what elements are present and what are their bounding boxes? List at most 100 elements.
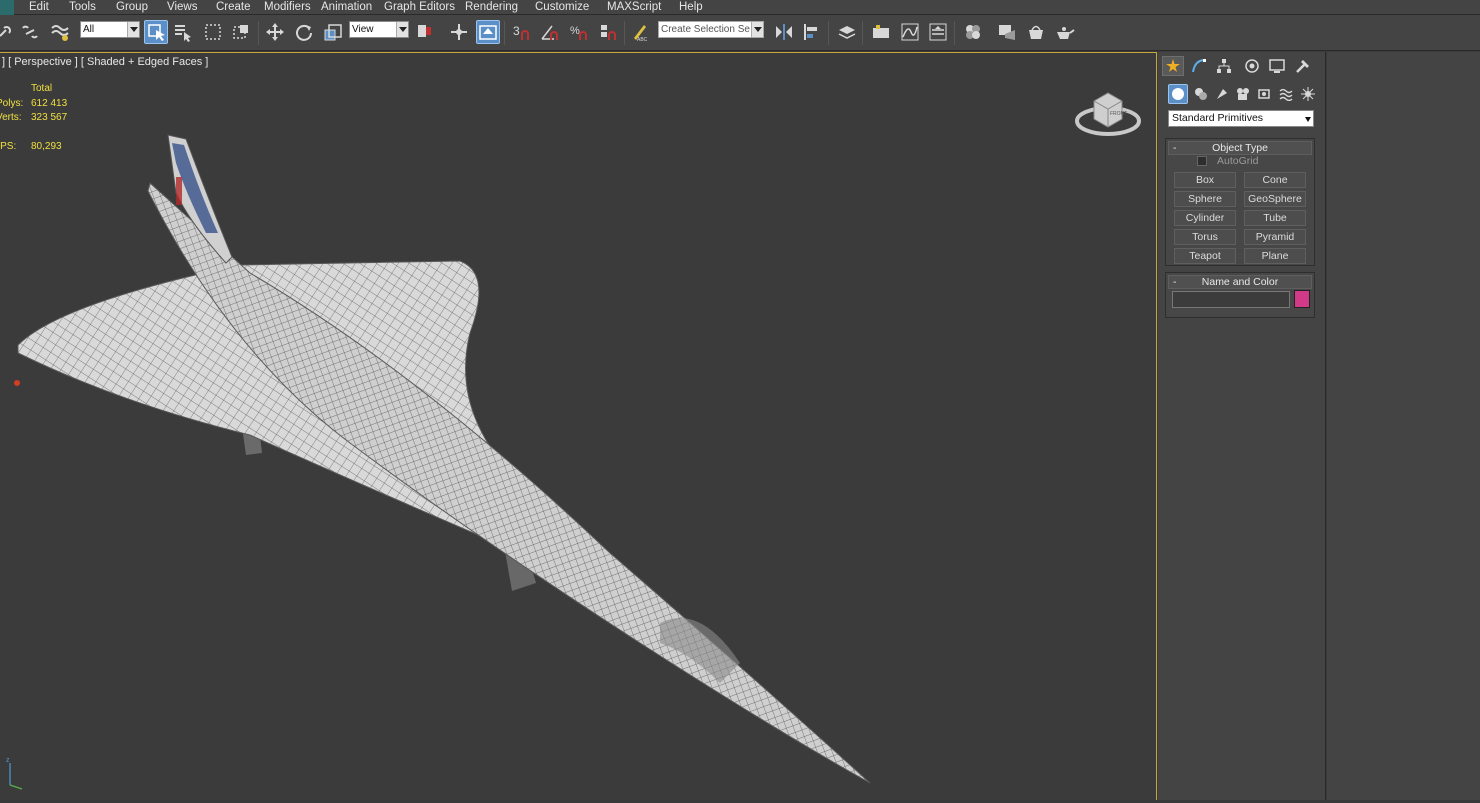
shapes-category-icon[interactable] (1191, 84, 1211, 104)
systems-category-icon[interactable] (1298, 84, 1318, 104)
window-crossing-icon[interactable] (229, 20, 253, 44)
menu-rendering[interactable]: Rendering (465, 0, 518, 15)
toolbar-separator (954, 21, 955, 45)
object-type-header[interactable]: - Object Type (1168, 141, 1312, 155)
angle-snap-icon[interactable] (538, 20, 562, 44)
select-by-name-icon[interactable] (171, 20, 195, 44)
named-selection-dropdown[interactable]: Create Selection Se (658, 21, 764, 38)
mirror-icon[interactable] (772, 20, 796, 44)
name-and-color-header[interactable]: - Name and Color (1168, 275, 1312, 289)
lights-category-icon[interactable] (1212, 84, 1232, 104)
snaps-toggle-icon[interactable]: 3 (509, 20, 533, 44)
toolbar-separator (624, 21, 625, 45)
right-panel-area (1327, 52, 1480, 800)
spinner-snap-icon[interactable] (596, 20, 620, 44)
layer-manager-icon[interactable] (835, 20, 859, 44)
select-manipulate-icon[interactable] (447, 20, 471, 44)
aircraft-wireframe-model[interactable] (0, 83, 900, 803)
app-icon[interactable] (0, 0, 14, 15)
menu-bar: Edit Tools Group Views Create Modifiers … (0, 0, 1480, 15)
cone-button[interactable]: Cone (1244, 172, 1306, 188)
hierarchy-tab-icon[interactable] (1213, 56, 1235, 76)
menu-animation[interactable]: Animation (321, 0, 372, 15)
unlink-icon[interactable] (18, 20, 42, 44)
reference-coordinate-dropdown[interactable]: View (349, 21, 409, 38)
percent-snap-icon[interactable]: % (567, 20, 591, 44)
align-icon[interactable] (800, 20, 824, 44)
viewcube[interactable]: FRONT (1074, 83, 1144, 138)
material-editor-icon[interactable] (961, 20, 985, 44)
geosphere-button[interactable]: GeoSphere (1244, 191, 1306, 207)
render-production-icon[interactable] (1053, 20, 1077, 44)
rectangular-selection-icon[interactable] (201, 20, 225, 44)
pivot-center-icon[interactable] (413, 20, 437, 44)
selection-filter-dropdown[interactable]: All (80, 21, 140, 38)
move-icon[interactable] (263, 20, 287, 44)
svg-text:%: % (570, 25, 580, 37)
menu-graph-editors[interactable]: Graph Editors (384, 0, 455, 15)
toolbar-separator (258, 21, 259, 45)
svg-text:3: 3 (513, 24, 520, 38)
teapot-button[interactable]: Teapot (1174, 248, 1236, 264)
object-name-field[interactable] (1172, 291, 1290, 308)
select-object-icon[interactable] (144, 20, 168, 44)
toolbar-separator (828, 21, 829, 45)
helpers-category-icon[interactable] (1254, 84, 1274, 104)
menu-tools[interactable]: Tools (69, 0, 96, 15)
tube-button[interactable]: Tube (1244, 210, 1306, 226)
bind-spacewarp-icon[interactable] (48, 20, 72, 44)
name-and-color-title: Name and Color (1201, 276, 1279, 288)
viewport-label[interactable]: ] [ Perspective ] [ Shaded + Edged Faces… (2, 56, 208, 68)
sphere-button[interactable]: Sphere (1174, 191, 1236, 207)
plane-button[interactable]: Plane (1244, 248, 1306, 264)
name-and-color-rollout: - Name and Color (1165, 272, 1315, 318)
curve-editor-icon[interactable] (898, 20, 922, 44)
geometry-category-icon[interactable] (1168, 84, 1188, 104)
pyramid-button[interactable]: Pyramid (1244, 229, 1306, 245)
cameras-category-icon[interactable] (1233, 84, 1253, 104)
menu-group[interactable]: Group (116, 0, 148, 15)
spacewarps-category-icon[interactable] (1276, 84, 1296, 104)
menu-views[interactable]: Views (167, 0, 197, 15)
reference-coordinate-value: View (352, 24, 374, 35)
autogrid-label: AutoGrid (1217, 155, 1259, 167)
main-toolbar: All View 3 % ABC Create Selection Se (0, 15, 1480, 51)
primitive-category-dropdown[interactable]: Standard Primitives (1168, 110, 1314, 127)
named-selection-value: Create Selection Se (661, 24, 750, 35)
render-setup-icon[interactable] (995, 20, 1019, 44)
utilities-tab-icon[interactable] (1292, 56, 1314, 76)
menu-help[interactable]: Help (679, 0, 703, 15)
torus-button[interactable]: Torus (1174, 229, 1236, 245)
rendered-frame-window-icon[interactable] (1024, 20, 1048, 44)
menu-customize[interactable]: Customize (535, 0, 589, 15)
autogrid-checkbox[interactable] (1197, 156, 1207, 166)
object-type-title: Object Type (1212, 142, 1268, 154)
box-button[interactable]: Box (1174, 172, 1236, 188)
graphite-modeling-icon[interactable] (869, 20, 893, 44)
svg-text:ABC: ABC (637, 37, 648, 42)
menu-maxscript[interactable]: MAXScript (607, 0, 661, 15)
create-tab-icon[interactable] (1162, 56, 1184, 76)
axis-tripod: z (6, 757, 23, 790)
primitive-category-value: Standard Primitives (1172, 112, 1264, 124)
link-icon[interactable] (0, 20, 18, 44)
display-tab-icon[interactable] (1266, 56, 1288, 76)
svg-text:z: z (6, 757, 10, 764)
command-panel: Standard Primitives - Object Type AutoGr… (1158, 52, 1326, 800)
keyboard-shortcut-override-icon[interactable] (476, 20, 500, 44)
object-color-swatch[interactable] (1294, 290, 1310, 308)
menu-create[interactable]: Create (216, 0, 251, 15)
perspective-viewport[interactable]: ] [ Perspective ] [ Shaded + Edged Faces… (0, 52, 1157, 800)
viewcube-front-label: FRONT (1110, 111, 1127, 117)
menu-modifiers[interactable]: Modifiers (264, 0, 311, 15)
modify-tab-icon[interactable] (1188, 56, 1210, 76)
toolbar-separator (862, 21, 863, 45)
schematic-view-icon[interactable] (926, 20, 950, 44)
motion-tab-icon[interactable] (1241, 56, 1263, 76)
toolbar-separator (504, 21, 505, 45)
edit-named-selection-icon[interactable]: ABC (629, 20, 653, 44)
cylinder-button[interactable]: Cylinder (1174, 210, 1236, 226)
scale-icon[interactable] (321, 20, 345, 44)
rotate-icon[interactable] (292, 20, 316, 44)
menu-edit[interactable]: Edit (29, 0, 49, 15)
